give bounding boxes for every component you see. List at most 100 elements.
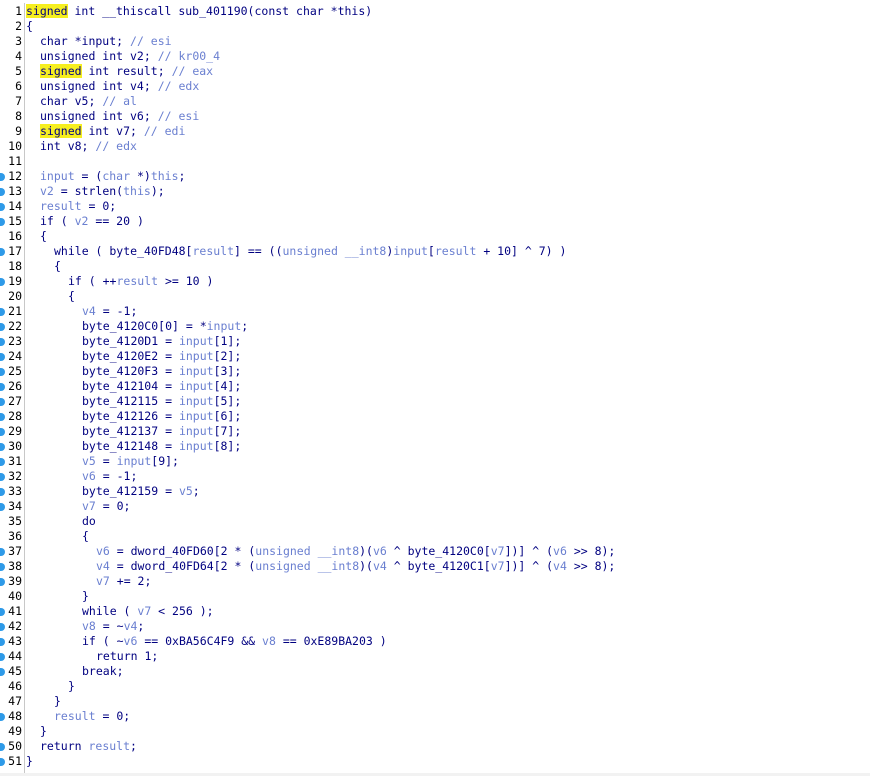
code-line[interactable]: 32 v6 = -1; (0, 469, 870, 484)
code-line[interactable]: 42 v8 = ~v4; (0, 619, 870, 634)
code-line[interactable]: 45 break; (0, 664, 870, 679)
line-number: 28 (8, 409, 22, 423)
code-line[interactable]: 9 signed int v7; // edi (0, 124, 870, 139)
code-token: } (26, 754, 33, 768)
code-line[interactable]: 27 byte_412115 = input[5]; (0, 394, 870, 409)
code-line[interactable]: 26 byte_412104 = input[4]; (0, 379, 870, 394)
code-line[interactable]: 3 char *input; // esi (0, 34, 870, 49)
code-line[interactable]: 51} (0, 754, 870, 769)
code-token: v8 (262, 634, 276, 648)
code-line[interactable]: 14 result = 0; (0, 199, 870, 214)
code-text: if ( ++result >= 10 ) (26, 274, 213, 289)
code-line[interactable]: 28 byte_412126 = input[6]; (0, 409, 870, 424)
code-line[interactable]: 15 if ( v2 == 20 ) (0, 214, 870, 229)
code-token: ^ byte_4120C0[ (386, 544, 491, 558)
code-line[interactable]: 29 byte_412137 = input[7]; (0, 424, 870, 439)
code-token: int v7; (81, 124, 144, 138)
code-token: ])] ^ ( (504, 559, 554, 573)
code-token: if ( ~ (82, 634, 124, 648)
code-line[interactable]: 41 while ( v7 < 256 ); (0, 604, 870, 619)
code-text: return result; (26, 739, 137, 754)
line-number: 7 (15, 94, 22, 108)
code-line[interactable]: 48 result = 0; (0, 709, 870, 724)
code-token: } (82, 589, 89, 603)
code-line[interactable]: 8 unsigned int v6; // esi (0, 109, 870, 124)
code-text: byte_412148 = input[8]; (26, 439, 241, 454)
code-token: byte_412126 = (82, 409, 179, 423)
code-line[interactable]: 50 return result; (0, 739, 870, 754)
code-line[interactable]: 36 { (0, 529, 870, 544)
code-line[interactable]: 35 do (0, 514, 870, 529)
code-text: while ( byte_40FD48[result] == ((unsigne… (26, 244, 566, 259)
code-line[interactable]: 37 v6 = dword_40FD60[2 * (unsigned __int8… (0, 544, 870, 559)
code-line[interactable]: 1 signed int __thiscall sub_401190(const … (0, 4, 870, 19)
code-token: v6 (123, 634, 138, 648)
code-text: byte_412137 = input[7]; (26, 424, 241, 439)
code-token: // edx (95, 139, 137, 153)
code-token: [1]; (213, 334, 242, 348)
code-line[interactable]: 40} (0, 589, 870, 604)
code-line[interactable]: 10 int v8; // edx (0, 139, 870, 154)
code-token: >> 8); (566, 544, 616, 558)
code-line[interactable]: 33 byte_412159 = v5; (0, 484, 870, 499)
code-token: unsigned int v6; (40, 109, 158, 123)
code-token: v5 (178, 484, 193, 498)
code-line[interactable]: 46} (0, 679, 870, 694)
line-number: 44 (8, 649, 22, 663)
code-text: v7 += 2; (26, 574, 151, 589)
code-line[interactable]: 49} (0, 724, 870, 739)
line-number: 4 (15, 49, 22, 63)
code-token: = dword_40FD64[2 * ( (109, 559, 256, 573)
code-line[interactable]: 43 if ( ~v6 == 0xBA56C4F9 && v8 == 0xE89B… (0, 634, 870, 649)
pseudocode-editor[interactable]: 1 signed int __thiscall sub_401190(const … (0, 0, 870, 776)
code-token: input (393, 244, 428, 258)
code-token: = -1; (95, 304, 138, 318)
code-token: int __thiscall sub_401190(const char *th… (67, 4, 373, 18)
code-text: input = (char *)this; (26, 169, 185, 184)
code-line[interactable]: 44 return 1; (0, 649, 870, 664)
code-token: result (40, 199, 82, 213)
code-line[interactable]: 17 while ( byte_40FD48[result] == ((unsig… (0, 244, 870, 259)
code-line[interactable]: 2{ (0, 19, 870, 34)
code-token: byte_412115 = (82, 394, 179, 408)
code-line[interactable]: 18 { (0, 259, 870, 274)
code-token: input (178, 409, 214, 423)
code-token: unsigned int v4; (40, 79, 158, 93)
code-token: byte_4120D1 = (82, 334, 179, 348)
code-token: ] == (( (234, 244, 283, 258)
code-line[interactable]: 38 v4 = dword_40FD64[2 * (unsigned __int8… (0, 559, 870, 574)
code-text: { (26, 259, 61, 274)
code-line[interactable]: 23 byte_4120D1 = input[1]; (0, 334, 870, 349)
code-line[interactable]: 12 input = (char *)this; (0, 169, 870, 184)
code-line[interactable]: 4 unsigned int v2; // kr00_4 (0, 49, 870, 64)
code-text: v5 = input[9]; (26, 454, 179, 469)
code-line[interactable]: 7 char v5; // al (0, 94, 870, 109)
code-token: // edi (143, 124, 186, 138)
code-line[interactable]: 20 { (0, 289, 870, 304)
code-line[interactable]: 47} (0, 694, 870, 709)
code-token: [3]; (213, 364, 242, 378)
code-token: this (150, 169, 179, 183)
code-token: char v5; (40, 94, 103, 108)
code-line[interactable]: 21 v4 = -1; (0, 304, 870, 319)
code-line[interactable]: 25 byte_4120F3 = input[3]; (0, 364, 870, 379)
code-line[interactable]: 5 signed int result; // eax (0, 64, 870, 79)
code-line[interactable]: 19 if ( ++result >= 10 ) (0, 274, 870, 289)
code-line[interactable]: 16 { (0, 229, 870, 244)
code-token: [5]; (213, 394, 242, 408)
code-line[interactable]: 11 (0, 154, 870, 169)
code-token: v6 (553, 544, 567, 558)
code-line[interactable]: 24 byte_4120E2 = input[2]; (0, 349, 870, 364)
code-line[interactable]: 22 byte_4120C0[0] = *input; (0, 319, 870, 334)
code-line[interactable]: 39 v7 += 2; (0, 574, 870, 589)
code-line[interactable]: 6 unsigned int v4; // edx (0, 79, 870, 94)
code-token: v4 (372, 559, 387, 573)
code-line[interactable]: 30 byte_412148 = input[8]; (0, 439, 870, 454)
code-line[interactable]: 13 v2 = strlen(this); (0, 184, 870, 199)
line-number: 10 (8, 139, 22, 153)
code-line[interactable]: 34 v7 = 0; (0, 499, 870, 514)
code-token: result (54, 709, 96, 723)
code-token: unsigned __int8 (282, 244, 387, 258)
line-number: 47 (8, 694, 22, 708)
code-line[interactable]: 31 v5 = input[9]; (0, 454, 870, 469)
